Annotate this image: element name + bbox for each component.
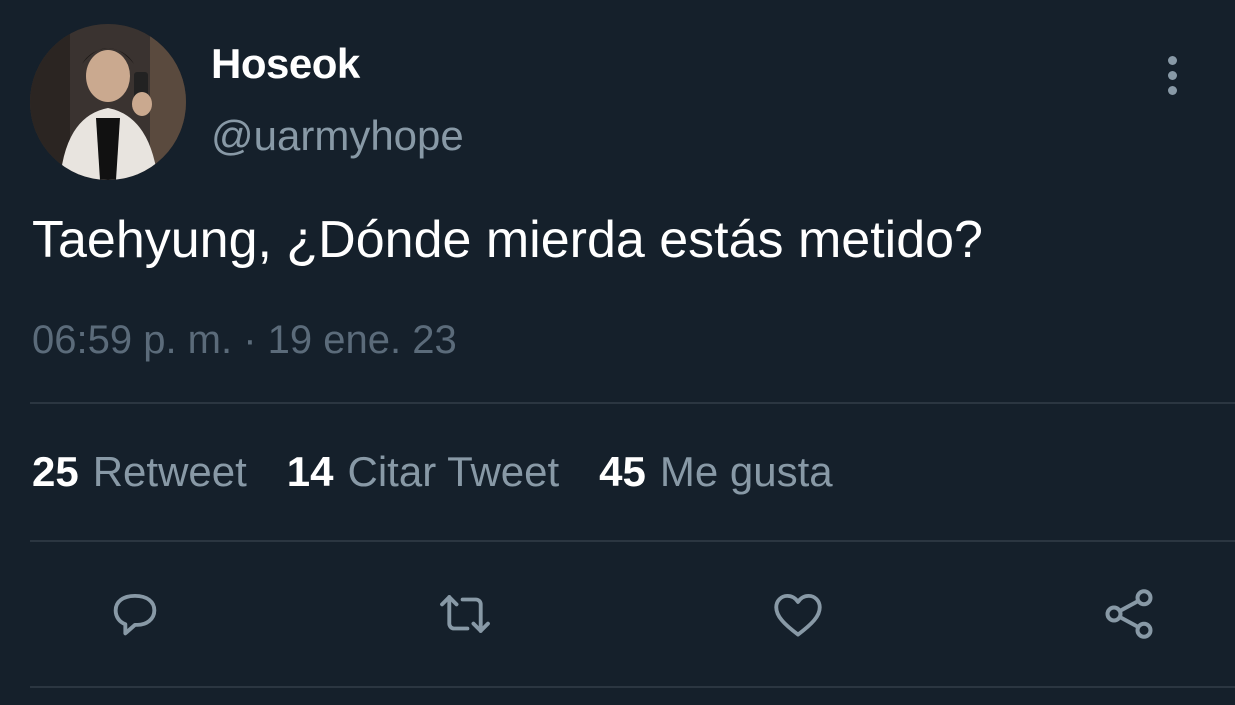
like-icon [774, 593, 822, 637]
more-dot-icon [1167, 70, 1177, 80]
retweet-icon [440, 595, 490, 633]
display-name[interactable]: Hoseok [211, 40, 360, 88]
user-handle[interactable]: @uarmyhope [211, 112, 464, 160]
share-icon [1105, 589, 1153, 639]
quote-count-link[interactable]: 14 Citar Tweet [287, 448, 559, 496]
stat-label: Me gusta [659, 448, 833, 495]
more-dot-icon [1167, 55, 1177, 65]
like-count-link[interactable]: 45 Me gusta [599, 448, 832, 496]
avatar[interactable] [30, 24, 186, 180]
reply-icon [113, 593, 157, 636]
stat-label: Citar Tweet [347, 448, 560, 495]
share-button[interactable] [1097, 582, 1161, 646]
stat-count: 25 [32, 448, 79, 495]
like-button[interactable] [766, 582, 830, 646]
retweet-count-link[interactable]: 25 Retweet [32, 448, 247, 496]
more-options-button[interactable] [1150, 50, 1194, 100]
tweet-timestamp[interactable]: 06:59 p. m. · 19 ene. 23 [32, 318, 457, 363]
divider [30, 686, 1235, 688]
divider [30, 540, 1235, 542]
more-dot-icon [1167, 85, 1177, 95]
stat-label: Retweet [92, 448, 247, 495]
retweet-button[interactable] [433, 582, 497, 646]
divider [30, 402, 1235, 404]
stat-count: 14 [286, 448, 334, 495]
tweet-stats: 25 Retweet 14 Citar Tweet 45 Me gusta [32, 448, 873, 496]
reply-button[interactable] [103, 582, 167, 646]
tweet-text: Taehyung, ¿Dónde mierda estás metido? [32, 211, 983, 269]
stat-count: 45 [599, 448, 646, 495]
